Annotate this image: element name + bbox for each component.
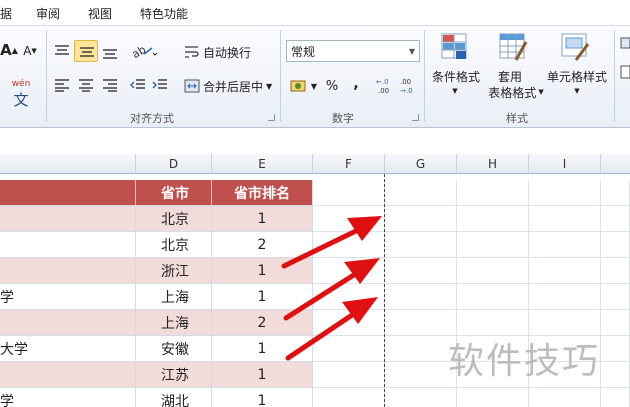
arrow-1 [281,216,382,269]
watermark: 软件技巧 [448,341,601,382]
